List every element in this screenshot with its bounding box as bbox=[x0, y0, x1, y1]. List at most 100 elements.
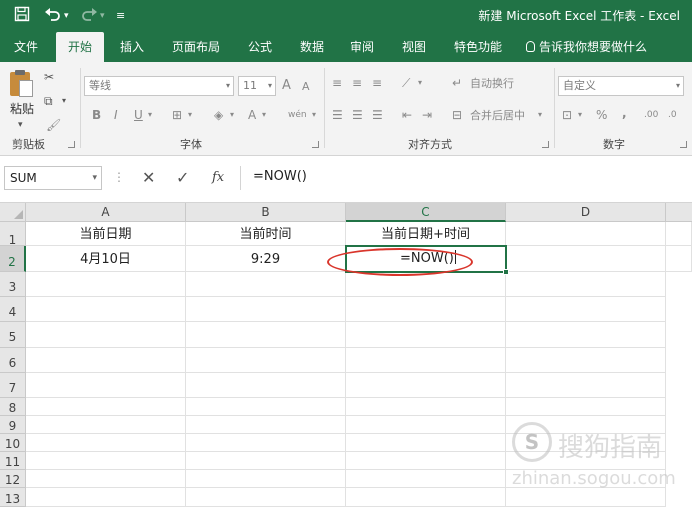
cell-c1[interactable]: 当前日期+时间 bbox=[346, 222, 506, 246]
align-top-icon[interactable]: ≡ bbox=[332, 74, 342, 92]
row-header-12[interactable]: 12 bbox=[0, 470, 26, 488]
align-left-icon[interactable]: ☰ bbox=[332, 106, 343, 124]
cell-a7[interactable] bbox=[26, 373, 186, 398]
cell-a3[interactable] bbox=[26, 272, 186, 297]
row-header-11[interactable]: 11 bbox=[0, 452, 26, 470]
cell-a10[interactable] bbox=[26, 434, 186, 452]
cell-c4[interactable] bbox=[346, 297, 506, 322]
cell-d1[interactable] bbox=[506, 222, 666, 246]
column-header-b[interactable]: B bbox=[186, 203, 346, 222]
cell-d5[interactable] bbox=[506, 322, 666, 348]
insert-function-button[interactable]: fx bbox=[212, 168, 224, 188]
font-launcher-icon[interactable] bbox=[312, 141, 319, 148]
cell-c9[interactable] bbox=[346, 416, 506, 434]
font-color-button[interactable]: A bbox=[248, 106, 256, 124]
orientation-icon[interactable]: ⟋ bbox=[402, 74, 410, 92]
underline-dropdown-icon[interactable]: ▾ bbox=[148, 106, 152, 124]
cell-d2[interactable] bbox=[506, 246, 666, 272]
row-header-8[interactable]: 8 bbox=[0, 398, 26, 416]
border-dropdown-icon[interactable]: ▾ bbox=[188, 106, 192, 124]
orientation-dropdown-icon[interactable]: ▾ bbox=[418, 74, 422, 92]
cell-d13[interactable] bbox=[506, 488, 666, 507]
cell-c3[interactable] bbox=[346, 272, 506, 297]
cell-c10[interactable] bbox=[346, 434, 506, 452]
cell-a1[interactable]: 当前日期 bbox=[26, 222, 186, 246]
cell-b7[interactable] bbox=[186, 373, 346, 398]
format-painter-icon[interactable]: 🖌 bbox=[46, 116, 61, 134]
column-header-d[interactable]: D bbox=[506, 203, 666, 222]
number-launcher-icon[interactable] bbox=[680, 141, 687, 148]
cell-d3[interactable] bbox=[506, 272, 666, 297]
cell-b6[interactable] bbox=[186, 348, 346, 373]
cell-c8[interactable] bbox=[346, 398, 506, 416]
tab-page-layout[interactable]: 页面布局 bbox=[164, 32, 228, 62]
increase-decimal-button[interactable]: .00 bbox=[644, 106, 658, 124]
redo-dropdown-icon[interactable]: ▾ bbox=[100, 6, 105, 26]
cell-b4[interactable] bbox=[186, 297, 346, 322]
name-box[interactable]: SUM ▾ bbox=[4, 166, 102, 190]
cell-b12[interactable] bbox=[186, 470, 346, 488]
cell-b2[interactable]: 9:29 bbox=[186, 246, 346, 272]
cell-a2[interactable]: 4月10日 bbox=[26, 246, 186, 272]
fill-color-icon[interactable]: ◈ bbox=[214, 106, 223, 124]
undo-dropdown-icon[interactable]: ▾ bbox=[64, 6, 69, 26]
phonetic-button[interactable]: wén bbox=[288, 106, 307, 124]
number-format-combo[interactable]: 自定义 ▾ bbox=[558, 76, 684, 96]
merge-center-icon[interactable]: ⊟ bbox=[452, 106, 462, 124]
cell-b13[interactable] bbox=[186, 488, 346, 507]
cell-b11[interactable] bbox=[186, 452, 346, 470]
cell-b9[interactable] bbox=[186, 416, 346, 434]
row-header-3[interactable]: 3 bbox=[0, 272, 26, 297]
formula-bar-grip-icon[interactable]: ⋮ bbox=[113, 170, 125, 184]
row-header-13[interactable]: 13 bbox=[0, 488, 26, 507]
cell-c11[interactable] bbox=[346, 452, 506, 470]
paste-dropdown-icon[interactable]: ▾ bbox=[18, 116, 23, 134]
grow-font-button[interactable]: A bbox=[282, 77, 291, 95]
tab-home[interactable]: 开始 bbox=[56, 32, 104, 62]
alignment-launcher-icon[interactable] bbox=[542, 141, 549, 148]
copy-dropdown-icon[interactable]: ▾ bbox=[62, 92, 66, 110]
align-bottom-icon[interactable]: ≡ bbox=[372, 74, 382, 92]
cell-b8[interactable] bbox=[186, 398, 346, 416]
bold-button[interactable]: B bbox=[92, 106, 101, 124]
decrease-decimal-button[interactable]: .0 bbox=[668, 106, 677, 124]
tab-data[interactable]: 数据 bbox=[290, 32, 334, 62]
row-header-5[interactable]: 5 bbox=[0, 322, 26, 348]
tab-features[interactable]: 特色功能 bbox=[446, 32, 510, 62]
merge-dropdown-icon[interactable]: ▾ bbox=[538, 106, 542, 124]
fill-handle[interactable] bbox=[503, 269, 509, 275]
cell-b5[interactable] bbox=[186, 322, 346, 348]
cell-c12[interactable] bbox=[346, 470, 506, 488]
select-all-button[interactable] bbox=[0, 203, 26, 222]
align-middle-icon[interactable]: ≡ bbox=[352, 74, 362, 92]
tab-view[interactable]: 视图 bbox=[392, 32, 436, 62]
font-name-combo[interactable]: 等线 ▾ bbox=[84, 76, 234, 96]
shrink-font-button[interactable]: A bbox=[302, 78, 310, 96]
cell-d4[interactable] bbox=[506, 297, 666, 322]
cell-d8[interactable] bbox=[506, 398, 666, 416]
cell-a9[interactable] bbox=[26, 416, 186, 434]
underline-button[interactable]: U bbox=[134, 106, 143, 124]
customize-icon[interactable]: ≡ bbox=[116, 6, 125, 26]
cell-a8[interactable] bbox=[26, 398, 186, 416]
row-header-1[interactable]: 1 bbox=[0, 222, 26, 247]
cell-b3[interactable] bbox=[186, 272, 346, 297]
cell-a11[interactable] bbox=[26, 452, 186, 470]
border-icon[interactable]: ⊞ bbox=[172, 106, 182, 124]
font-color-dropdown-icon[interactable]: ▾ bbox=[262, 106, 266, 124]
percent-button[interactable]: % bbox=[596, 106, 607, 124]
accounting-format-icon[interactable]: ⊡ bbox=[562, 106, 572, 124]
tab-review[interactable]: 审阅 bbox=[340, 32, 384, 62]
accounting-dropdown-icon[interactable]: ▾ bbox=[578, 106, 582, 124]
italic-button[interactable]: I bbox=[114, 106, 118, 124]
cell-c5[interactable] bbox=[346, 322, 506, 348]
cell-e2[interactable] bbox=[666, 246, 692, 272]
cut-icon[interactable]: ✂ bbox=[44, 68, 54, 86]
redo-icon[interactable] bbox=[80, 6, 98, 27]
enter-icon[interactable]: ✓ bbox=[176, 168, 189, 188]
tab-file[interactable]: 文件 bbox=[4, 32, 48, 62]
wrap-text-button[interactable]: 自动换行 bbox=[470, 75, 514, 93]
row-header-10[interactable]: 10 bbox=[0, 434, 26, 452]
comma-button[interactable]: , bbox=[622, 104, 627, 122]
phonetic-dropdown-icon[interactable]: ▾ bbox=[312, 106, 316, 124]
